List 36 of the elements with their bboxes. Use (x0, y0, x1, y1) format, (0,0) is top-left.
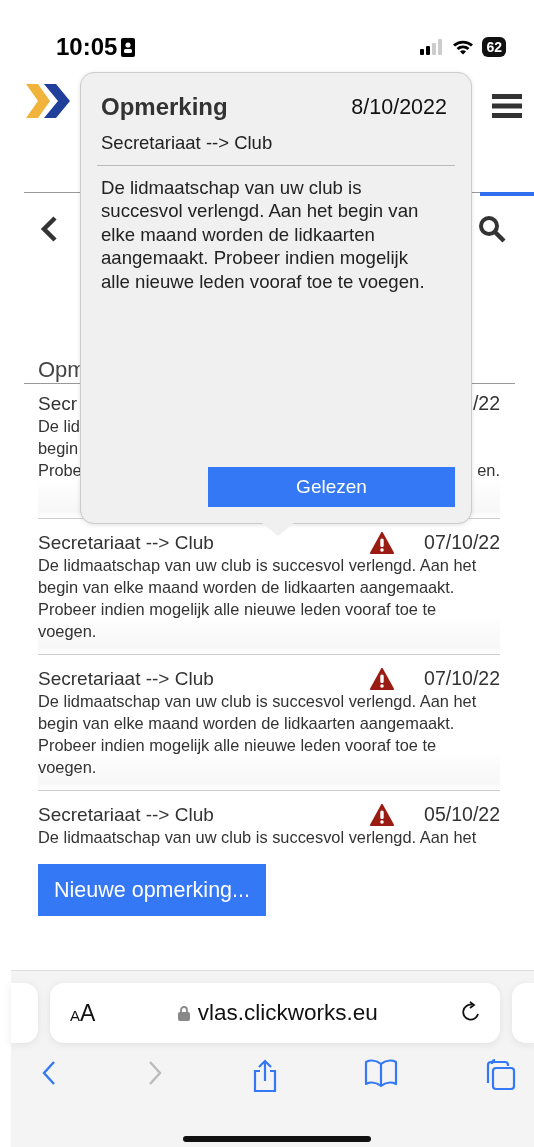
tabs-icon[interactable] (484, 1059, 516, 1091)
lock-icon (177, 1005, 190, 1021)
message-text: De lidmaatschap van uw club is succesvol verlengd. Aan het begin van elke maand worden de lidkaarten aangemaakt. Probeer indien mogelijk alle nieuwe leden vooraf toe te voegen. (38, 555, 478, 642)
text-size-button[interactable]: AA (70, 995, 96, 1031)
tab-indicator (480, 192, 534, 196)
book-icon[interactable] (364, 1059, 399, 1087)
message-route: Secretariaat --> Club (38, 531, 214, 554)
message-route: Secretariaat --> Club (38, 803, 214, 826)
wifi-icon (452, 39, 475, 55)
address-bar[interactable]: AA vlas.clickworks.eu (50, 983, 500, 1043)
message-text: Probe (38, 460, 82, 481)
message-text: De lidmaatschap van uw club is succesvol verlengd. Aan het (38, 827, 478, 848)
popover-route: Secretariaat --> Club (100, 131, 274, 155)
mark-read-button[interactable]: Gelezen (208, 467, 455, 507)
message-date: /22 (472, 392, 500, 415)
clock-time: 10:05 (56, 32, 118, 62)
menu-icon[interactable] (492, 93, 522, 119)
message-route: Secretariaat --> Club (38, 667, 214, 690)
message-date: 07/10/22 (424, 667, 500, 690)
signal-icon (420, 39, 445, 55)
message-date: 07/10/22 (424, 531, 500, 554)
message-date: 05/10/22 (424, 803, 500, 826)
url-text: vlas.clickworks.eu (197, 999, 378, 1028)
message-text: De lid (38, 416, 81, 437)
popover-date: 8/10/2022 (351, 93, 448, 121)
back-chevron-icon[interactable] (40, 215, 58, 243)
popover-title: Opmerking (100, 92, 228, 122)
battery-level: 62 (482, 37, 506, 57)
message-text: De lidmaatschap van uw club is succesvol verlengd. Aan het begin van elke maand worden de lidkaarten aangemaakt. Probeer indien mogelijk alle nieuwe leden vooraf toe te voegen. (38, 691, 478, 778)
message-route: Secr (38, 392, 78, 415)
message-text: begin (38, 438, 80, 459)
search-icon[interactable] (478, 215, 506, 243)
message-text: en. (477, 460, 500, 481)
popover-message: De lidmaatschap van uw club is succesvol verlengd. Aan het begin van elke maand worden de lidkaarten aangemaakt. Probeer indien mogelijk alle nieuwe leden vooraf toe te voegen. (100, 175, 426, 294)
new-remark-button[interactable]: Nieuwe opmerking... (38, 864, 266, 917)
id-card-icon (121, 37, 136, 57)
